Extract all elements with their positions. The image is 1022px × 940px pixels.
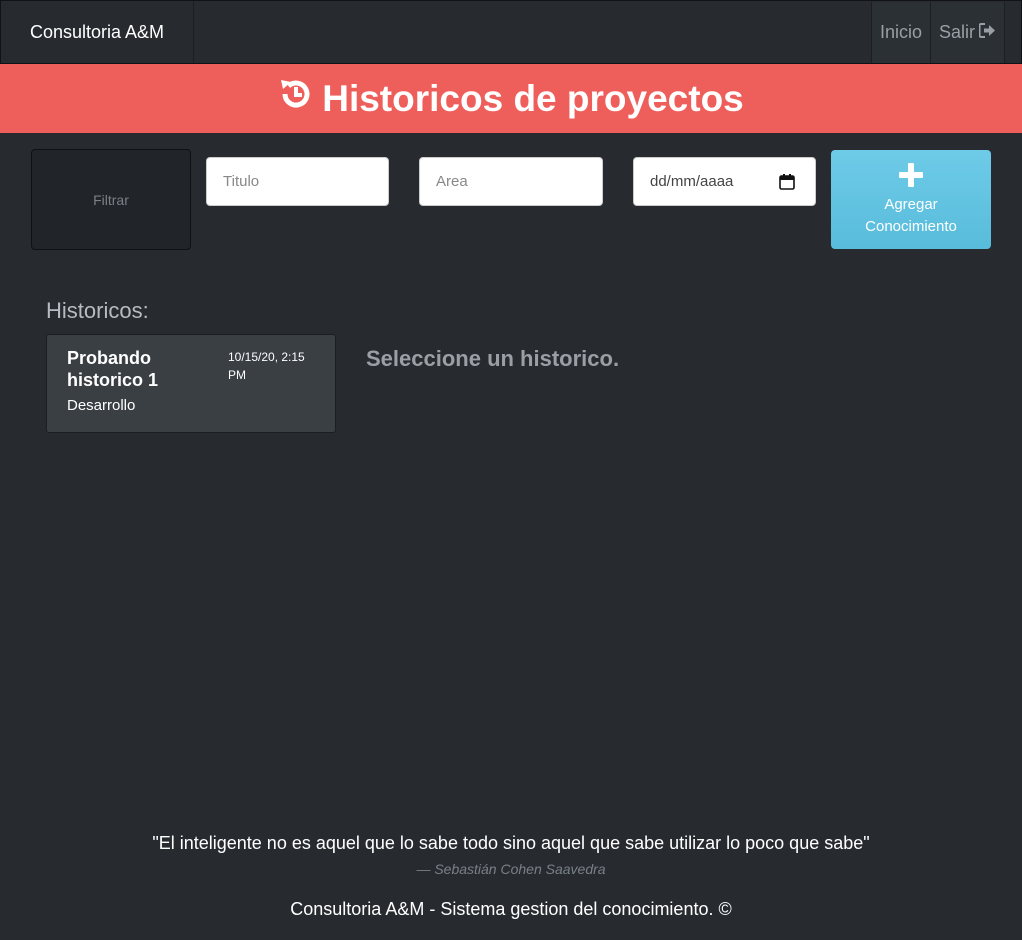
- add-knowledge-button[interactable]: Agregar Conocimiento: [831, 150, 991, 249]
- nav-link-inicio-label: Inicio: [879, 22, 922, 42]
- add-button-line1: Agregar: [884, 195, 938, 213]
- historicos-heading: Historicos:: [46, 298, 149, 323]
- historico-card[interactable]: Probando historico 1 10/15/20, 2:15 PM D…: [46, 334, 336, 433]
- page-title: Historicos de proyectos: [322, 77, 744, 119]
- page-banner: Historicos de proyectos: [0, 64, 1022, 133]
- historico-area: Desarrollo: [67, 397, 136, 414]
- select-historico-message: Seleccione un historico.: [366, 346, 620, 371]
- date-placeholder: dd/mm/aaaa: [650, 173, 734, 190]
- nav-link-salir[interactable]: Salir: [930, 2, 1005, 63]
- navbar-links: Inicio Salir: [870, 2, 1005, 63]
- area-placeholder: Area: [436, 173, 468, 190]
- titulo-input[interactable]: Titulo: [206, 157, 389, 206]
- plus-icon: [898, 162, 924, 192]
- navbar-brand[interactable]: Consultoria A&M: [1, 1, 194, 63]
- historico-title: Probando historico 1: [67, 348, 159, 390]
- footer-quote: "El inteligente no es aquel que lo sabe …: [152, 833, 870, 853]
- add-button-line2: Conocimiento: [865, 217, 957, 235]
- filter-button[interactable]: Filtrar: [31, 149, 191, 250]
- titulo-placeholder: Titulo: [223, 173, 260, 190]
- historico-date: 10/15/20, 2:15 PM: [228, 350, 305, 382]
- history-icon: [278, 76, 322, 121]
- footer-quote-author: — Sebastián Cohen Saavedra: [416, 861, 606, 877]
- nav-link-inicio[interactable]: Inicio: [870, 2, 931, 63]
- nav-link-salir-label: Salir: [938, 22, 975, 42]
- navbar: Consultoria A&M Inicio Salir: [0, 0, 1022, 64]
- calendar-icon[interactable]: [779, 174, 795, 194]
- footer-copyright: Consultoria A&M - Sistema gestion del co…: [290, 899, 732, 919]
- sign-out-icon: [975, 22, 996, 43]
- date-input[interactable]: dd/mm/aaaa: [633, 157, 816, 206]
- area-input[interactable]: Area: [419, 157, 603, 206]
